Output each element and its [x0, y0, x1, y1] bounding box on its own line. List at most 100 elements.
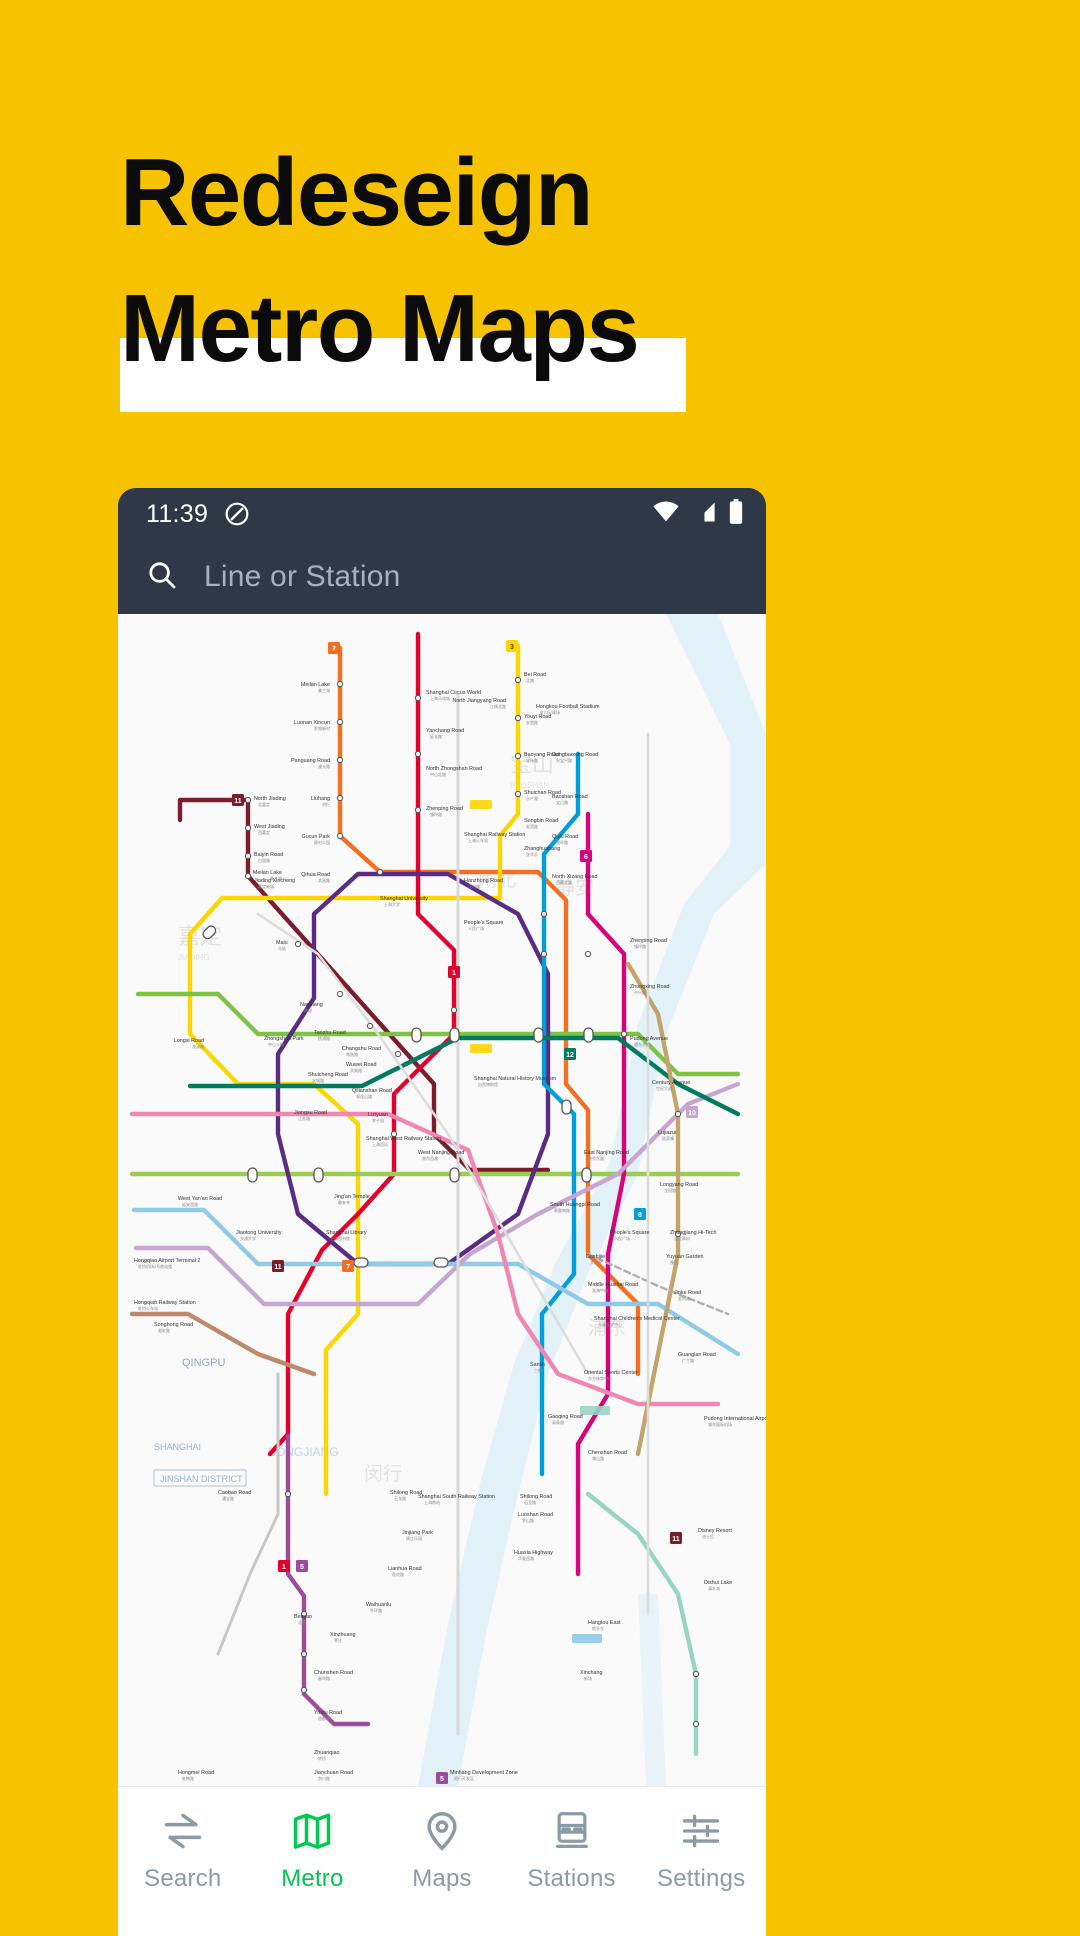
svg-text:剑川路: 剑川路 [318, 1775, 330, 1781]
svg-text:3: 3 [510, 644, 514, 651]
svg-text:大世界: 大世界 [590, 1259, 602, 1265]
svg-text:友谊路: 友谊路 [526, 719, 538, 725]
status-bar: 11:39 [118, 488, 766, 540]
svg-text:高青路: 高青路 [552, 1419, 564, 1425]
svg-text:镇坪路: 镇坪路 [430, 811, 442, 817]
svg-text:SHANGHAI: SHANGHAI [154, 1442, 201, 1452]
svg-text:世纪大道: 世纪大道 [656, 1085, 672, 1091]
svg-text:淞滨路: 淞滨路 [526, 823, 538, 829]
svg-text:刘行: 刘行 [322, 801, 330, 807]
svg-text:1: 1 [452, 970, 456, 977]
route-swap-icon [161, 1809, 205, 1853]
svg-text:北桥: 北桥 [298, 1619, 306, 1625]
svg-text:静安寺: 静安寺 [338, 1199, 350, 1205]
svg-text:QINGPU: QINGPU [182, 1357, 225, 1369]
svg-text:迪士尼: 迪士尼 [702, 1533, 714, 1539]
svg-text:11: 11 [672, 1536, 680, 1543]
svg-text:龙阳路: 龙阳路 [664, 1187, 676, 1193]
nav-item-stations[interactable]: Stations [507, 1809, 637, 1893]
svg-text:1: 1 [282, 1564, 286, 1571]
svg-text:马陆: 马陆 [278, 945, 286, 951]
svg-text:春申路: 春申路 [318, 1675, 330, 1681]
sliders-icon [679, 1809, 723, 1853]
svg-text:李子园: 李子园 [372, 1117, 384, 1123]
svg-text:曲阜路: 曲阜路 [556, 839, 568, 845]
svg-text:航头东: 航头东 [592, 1625, 604, 1631]
svg-text:黄陂南路: 黄陂南路 [554, 1207, 570, 1213]
nav-item-maps[interactable]: Maps [377, 1809, 507, 1893]
svg-text:8: 8 [638, 1212, 642, 1219]
svg-text:东方体育中心: 东方体育中心 [588, 1375, 612, 1381]
metro-map-svg[interactable]: 嘉定JIADING 宝山BAOSHAN 闸北 静安 闵行 浦东 SONGJIAN… [118, 614, 766, 1786]
svg-text:顾村公园: 顾村公园 [314, 839, 330, 845]
search-input-placeholder[interactable]: Line or Station [204, 560, 400, 594]
svg-text:美兰湖: 美兰湖 [270, 875, 282, 881]
svg-text:11: 11 [234, 798, 242, 805]
status-bar-indicators [652, 498, 744, 530]
svg-text:祁连山路: 祁连山路 [356, 1093, 372, 1099]
svg-text:JINSHAN DISTRICT: JINSHAN DISTRICT [160, 1474, 243, 1484]
nav-label-search: Search [144, 1865, 222, 1892]
metro-map-canvas[interactable]: 嘉定 JIADING 宝山 BAOSHAN 闸北 静安 闵行 浦东 SONGJIAN… [118, 614, 766, 1786]
svg-text:潘光路: 潘光路 [318, 763, 330, 769]
headline-line-2: Metro Maps [120, 275, 640, 383]
svg-text:水城路: 水城路 [312, 1077, 324, 1083]
nav-item-search[interactable]: Search [118, 1809, 248, 1893]
svg-text:华夏西路: 华夏西路 [518, 1555, 534, 1561]
svg-text:5: 5 [440, 1776, 444, 1783]
svg-text:虹梅路: 虹梅路 [182, 1775, 194, 1781]
svg-text:汉中路: 汉中路 [468, 883, 480, 889]
svg-text:中山北路: 中山北路 [430, 771, 446, 777]
svg-text:上海图书馆: 上海图书馆 [330, 1235, 350, 1241]
svg-text:闵行开发区: 闵行开发区 [454, 1775, 474, 1781]
svg-text:南翔: 南翔 [304, 1007, 312, 1013]
svg-text:交通大学: 交通大学 [240, 1235, 256, 1241]
svg-text:淮海中路: 淮海中路 [592, 1287, 608, 1293]
nav-item-settings[interactable]: Settings [636, 1809, 766, 1893]
nav-item-metro[interactable]: Metro [248, 1809, 378, 1893]
svg-text:7: 7 [332, 646, 336, 653]
cellular-signal-icon [691, 501, 717, 528]
svg-text:东宝兴路: 东宝兴路 [556, 757, 572, 763]
nav-label-stations: Stations [527, 1865, 616, 1892]
search-bar[interactable]: Line or Station [118, 540, 766, 614]
svg-text:西藏北路: 西藏北路 [556, 879, 572, 885]
svg-text:上海火车站: 上海火车站 [468, 837, 488, 843]
svg-text:银都路: 银都路 [318, 1715, 330, 1721]
svg-text:延安西路: 延安西路 [182, 1201, 198, 1207]
svg-text:三林: 三林 [534, 1367, 542, 1373]
svg-text:延长路: 延长路 [430, 733, 442, 739]
svg-text:虹桥机场2号航站楼: 虹桥机场2号航站楼 [138, 1263, 172, 1269]
svg-text:12: 12 [566, 1052, 574, 1059]
svg-text:桃浦路: 桃浦路 [318, 1035, 330, 1041]
svg-text:新场: 新场 [584, 1675, 592, 1681]
svg-text:莲花路: 莲花路 [392, 1571, 404, 1577]
svg-text:宝山路: 宝山路 [556, 799, 568, 805]
battery-full-icon [728, 498, 744, 530]
wifi-icon [652, 501, 680, 528]
svg-text:豫园: 豫园 [670, 1259, 678, 1265]
nav-label-maps: Maps [412, 1865, 472, 1892]
svg-text:10: 10 [688, 1110, 696, 1117]
svg-text:人民广场: 人民广场 [468, 925, 484, 931]
svg-text:广兰路: 广兰路 [682, 1357, 694, 1363]
train-icon [550, 1809, 594, 1853]
svg-text:莘庄: 莘庄 [334, 1637, 342, 1643]
svg-text:11: 11 [274, 1264, 282, 1271]
svg-text:其昌路: 其昌路 [318, 877, 330, 883]
svg-text:5: 5 [300, 1564, 304, 1571]
svg-text:陆家嘴: 陆家嘴 [662, 1135, 674, 1141]
svg-text:上海马戏城: 上海马戏城 [430, 695, 450, 701]
svg-text:6: 6 [584, 854, 588, 861]
nav-label-metro: Metro [281, 1865, 344, 1892]
svg-text:宝杨路: 宝杨路 [526, 757, 538, 763]
svg-text:虹口足球场: 虹口足球场 [540, 709, 560, 715]
svg-text:中山公园: 中山公园 [268, 1041, 284, 1047]
svg-text:南京西路: 南京西路 [422, 1155, 438, 1161]
svg-text:北路: 北路 [526, 677, 534, 683]
promo-headline: Redeseign Metro Maps [120, 125, 960, 398]
svg-text:外环路: 外环路 [370, 1607, 382, 1613]
svg-text:人民广场: 人民广场 [614, 1235, 630, 1241]
bottom-navigation[interactable]: Search Metro Maps Stations Settings [118, 1786, 766, 1936]
svg-text:闵行: 闵行 [364, 1463, 402, 1485]
